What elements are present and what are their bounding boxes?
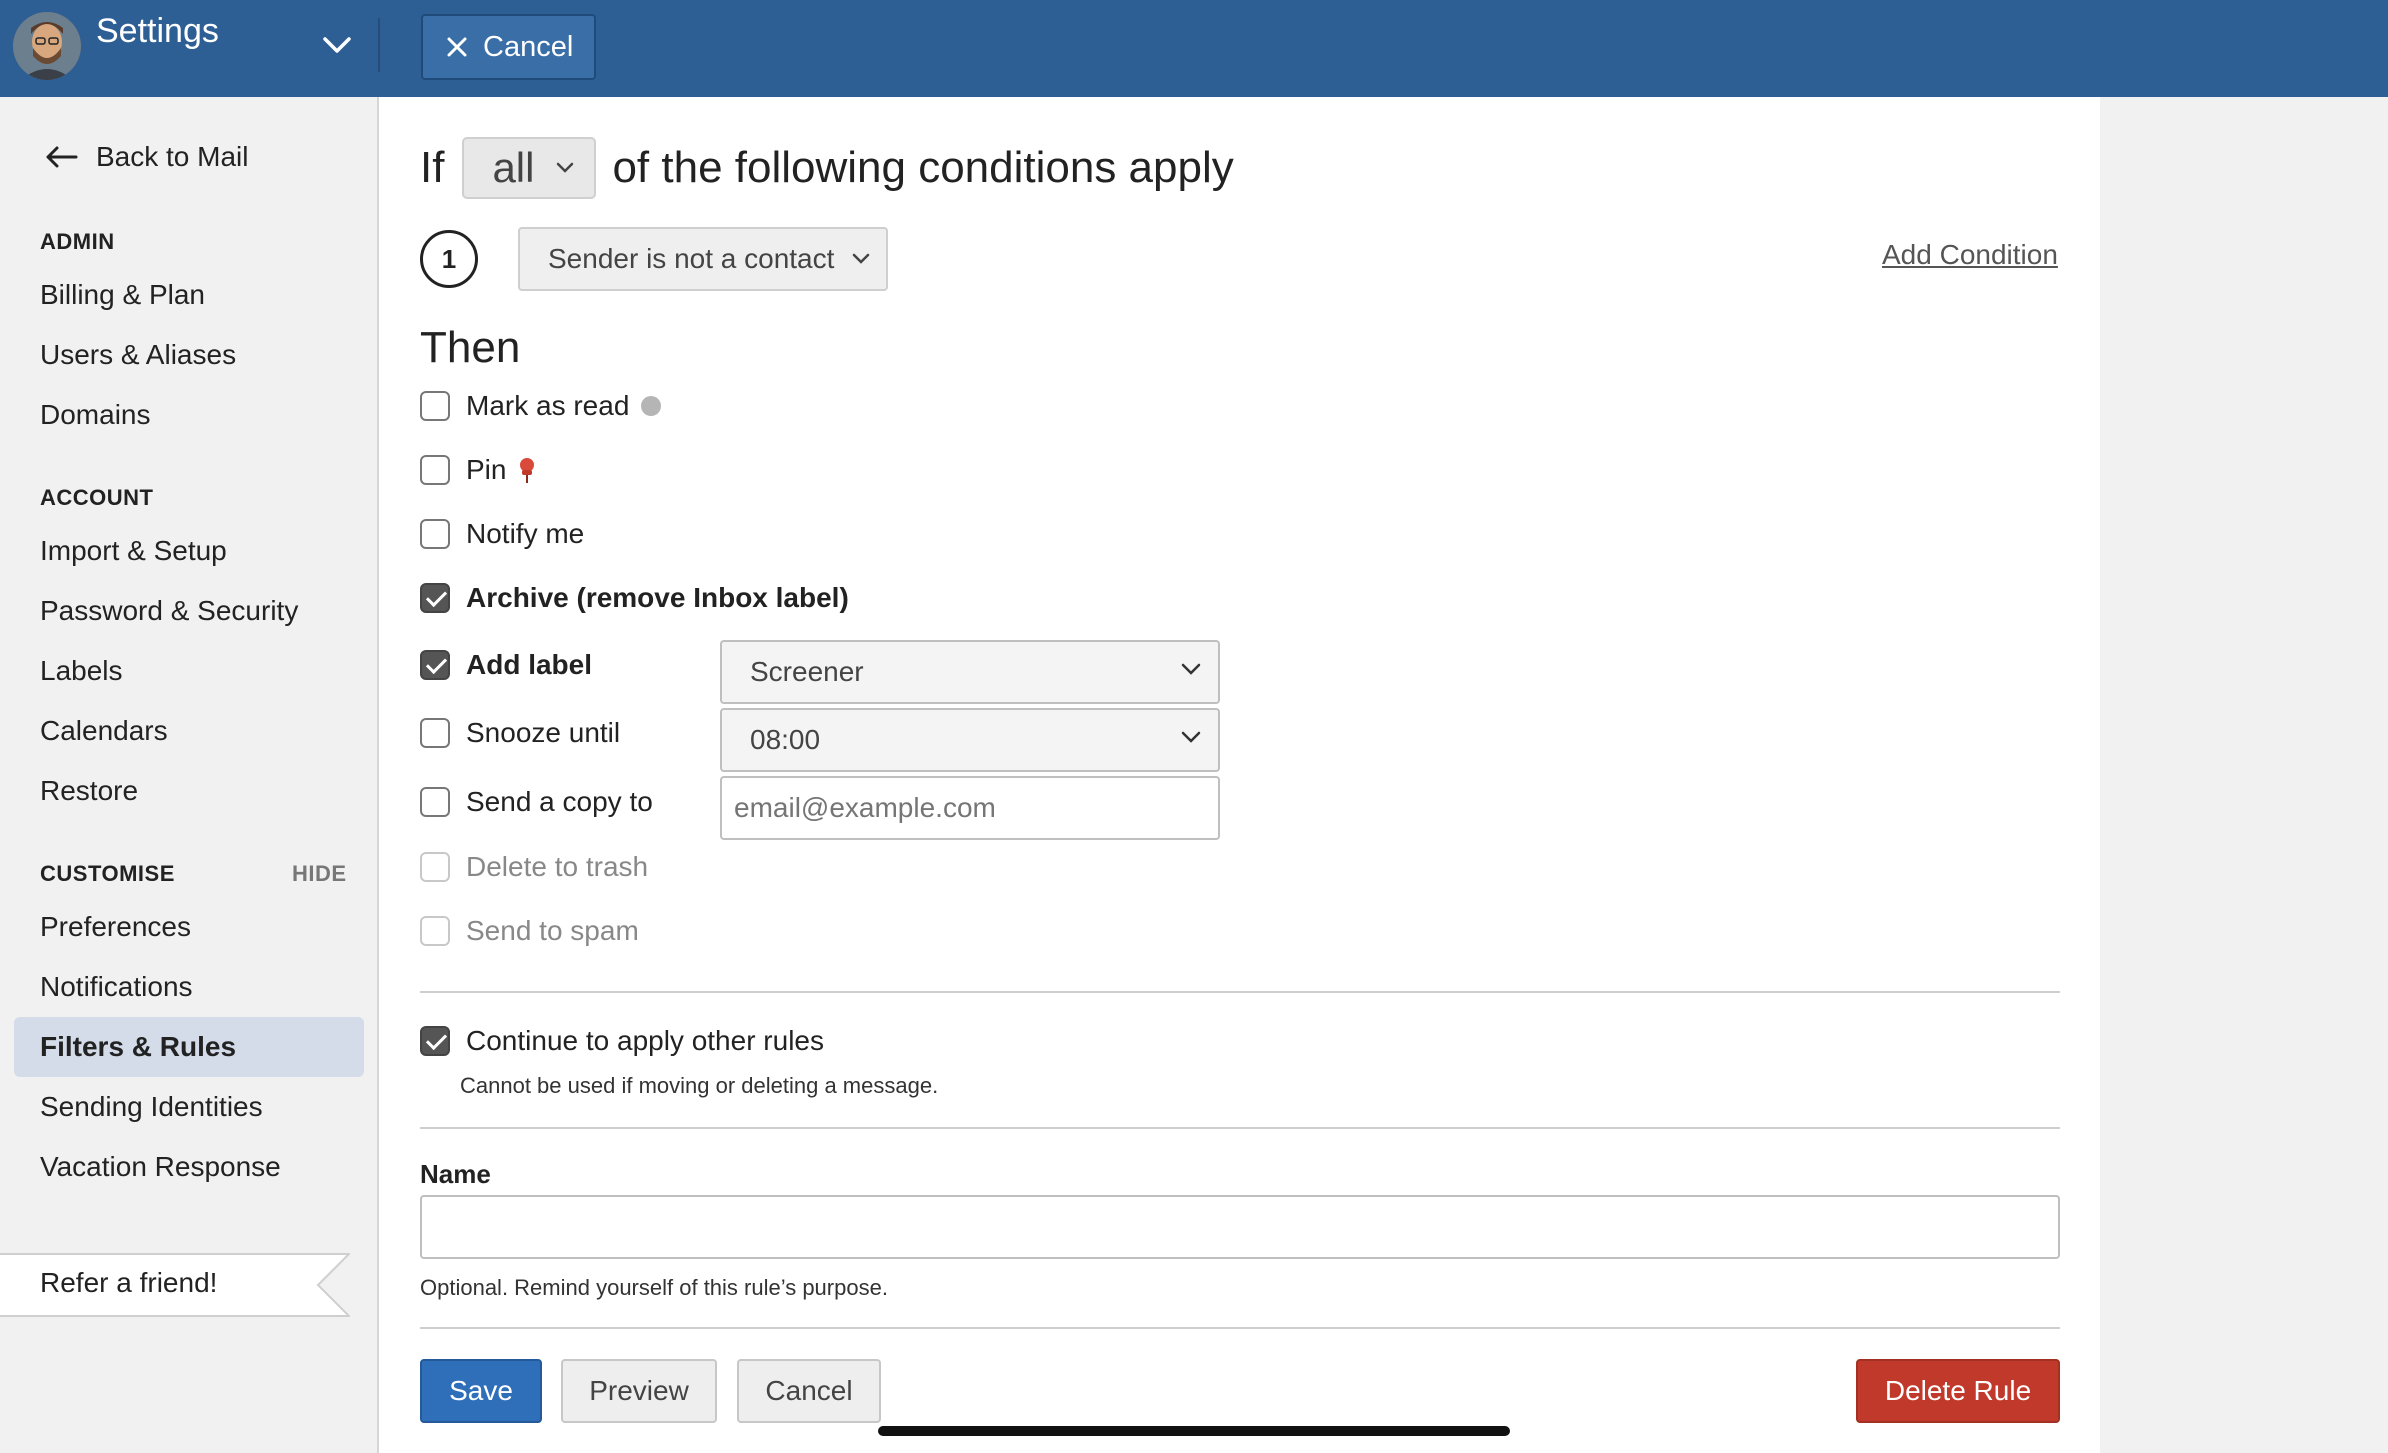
sidebar-item-domains[interactable]: Domains	[14, 385, 364, 445]
mark-read-checkbox[interactable]	[420, 391, 450, 421]
header-cancel-label: Cancel	[483, 30, 574, 63]
sidebar-item-import[interactable]: Import & Setup	[14, 521, 364, 581]
snooze-label: Snooze until	[466, 717, 621, 748]
top-bar: Settings Cancel	[0, 0, 2388, 97]
if-suffix: of the following conditions apply	[612, 143, 1234, 192]
arrow-left-icon	[46, 146, 78, 168]
add-condition-link[interactable]: Add Condition	[1882, 239, 2058, 271]
cancel-button[interactable]: Cancel	[737, 1359, 881, 1423]
section-heading-customise: CUSTOMISE	[40, 861, 175, 886]
condition-number-badge: 1	[420, 230, 478, 288]
pin-icon	[520, 458, 535, 483]
sidebar-item-password[interactable]: Password & Security	[14, 581, 364, 641]
preview-button[interactable]: Preview	[561, 1359, 717, 1423]
rule-editor: If all of the following conditions apply…	[380, 97, 2100, 1453]
section-heading-account: ACCOUNT	[40, 485, 154, 510]
notify-label: Notify me	[466, 518, 585, 549]
action-add-label: Add label	[420, 649, 592, 681]
back-to-mail-link[interactable]: Back to Mail	[44, 141, 249, 173]
condition-select-value: Sender is not a contact	[548, 243, 835, 274]
action-notify: Notify me	[420, 518, 584, 550]
sidebar-item-filters[interactable]: Filters & Rules	[14, 1017, 364, 1077]
add-label-label: Add label	[466, 649, 593, 680]
name-hint: Optional. Remind yourself of this rule’s…	[420, 1275, 888, 1300]
action-snooze: Snooze until	[420, 717, 620, 749]
delete-label: Delete to trash	[466, 851, 649, 882]
sidebar-item-vacation[interactable]: Vacation Response	[14, 1137, 364, 1197]
divider	[420, 991, 2060, 993]
section-heading-admin: ADMIN	[40, 229, 115, 254]
mark-read-label: Mark as read	[466, 390, 630, 421]
back-to-mail-label: Back to Mail	[96, 141, 249, 172]
header-cancel-button[interactable]: Cancel	[421, 14, 596, 80]
refer-friend-label: Refer a friend!	[40, 1267, 218, 1298]
sidebar-item-billing[interactable]: Billing & Plan	[14, 265, 364, 325]
pin-label: Pin	[466, 454, 507, 485]
save-button[interactable]: Save	[420, 1359, 542, 1423]
divider	[420, 1327, 2060, 1329]
action-delete: Delete to trash	[420, 851, 648, 883]
chevron-down-icon	[557, 162, 574, 173]
chevron-down-icon	[1181, 731, 1201, 743]
then-heading: Then	[420, 323, 521, 372]
action-spam: Send to spam	[420, 915, 639, 947]
continue-hint: Cannot be used if moving or deleting a m…	[460, 1073, 939, 1098]
action-pin: Pin	[420, 454, 538, 486]
label-select[interactable]: Screener	[720, 640, 1220, 704]
name-label: Name	[420, 1159, 491, 1189]
sidebar-item-identities[interactable]: Sending Identities	[14, 1077, 364, 1137]
continue-rules-option: Continue to apply other rules	[420, 1025, 824, 1057]
send-copy-label: Send a copy to	[466, 786, 653, 817]
continue-checkbox[interactable]	[420, 1026, 450, 1056]
close-icon	[447, 37, 467, 57]
sidebar-item-preferences[interactable]: Preferences	[14, 897, 364, 957]
spam-checkbox[interactable]	[420, 916, 450, 946]
header-divider	[378, 18, 380, 72]
action-mark-read: Mark as read	[420, 390, 662, 422]
continue-label: Continue to apply other rules	[466, 1025, 824, 1056]
action-send-copy: Send a copy to	[420, 786, 653, 818]
sidebar-item-notifications[interactable]: Notifications	[14, 957, 364, 1017]
match-select-value: all	[492, 144, 535, 191]
avatar[interactable]	[13, 12, 81, 80]
home-indicator	[878, 1426, 1510, 1436]
sidebar: Back to Mail ADMIN Billing & Plan Users …	[0, 97, 379, 1453]
chevron-down-icon	[853, 253, 870, 264]
rule-name-input[interactable]	[420, 1195, 2060, 1259]
sidebar-item-restore[interactable]: Restore	[14, 761, 364, 821]
snooze-checkbox[interactable]	[420, 718, 450, 748]
archive-checkbox[interactable]	[420, 583, 450, 613]
read-dot-icon	[641, 396, 662, 416]
snooze-time-select[interactable]: 08:00	[720, 708, 1220, 772]
if-prefix: If	[420, 143, 445, 192]
pin-checkbox[interactable]	[420, 455, 450, 485]
hide-customise-link[interactable]: HIDE	[292, 861, 347, 887]
label-select-value: Screener	[750, 656, 864, 687]
condition-header: If all of the following conditions apply	[420, 137, 1234, 199]
snooze-time-value: 08:00	[750, 724, 821, 755]
notify-checkbox[interactable]	[420, 519, 450, 549]
add-label-checkbox[interactable]	[420, 650, 450, 680]
delete-rule-button[interactable]: Delete Rule	[1856, 1359, 2060, 1423]
spam-label: Send to spam	[466, 915, 639, 946]
divider	[420, 1127, 2060, 1129]
condition-select[interactable]: Sender is not a contact	[518, 227, 888, 291]
archive-label: Archive (remove Inbox label)	[466, 582, 849, 613]
delete-checkbox[interactable]	[420, 852, 450, 882]
send-copy-checkbox[interactable]	[420, 787, 450, 817]
match-select[interactable]: all	[462, 137, 597, 199]
sidebar-item-calendars[interactable]: Calendars	[14, 701, 364, 761]
refer-friend-link[interactable]: Refer a friend!	[0, 1253, 350, 1317]
action-archive: Archive (remove Inbox label)	[420, 582, 849, 614]
chevron-down-icon[interactable]	[320, 32, 354, 58]
right-gutter	[2100, 97, 2388, 1453]
sidebar-item-users[interactable]: Users & Aliases	[14, 325, 364, 385]
chevron-down-icon	[1181, 663, 1201, 675]
send-copy-email-input[interactable]	[720, 776, 1220, 840]
sidebar-item-labels[interactable]: Labels	[14, 641, 364, 701]
app-title: Settings	[96, 12, 219, 50]
